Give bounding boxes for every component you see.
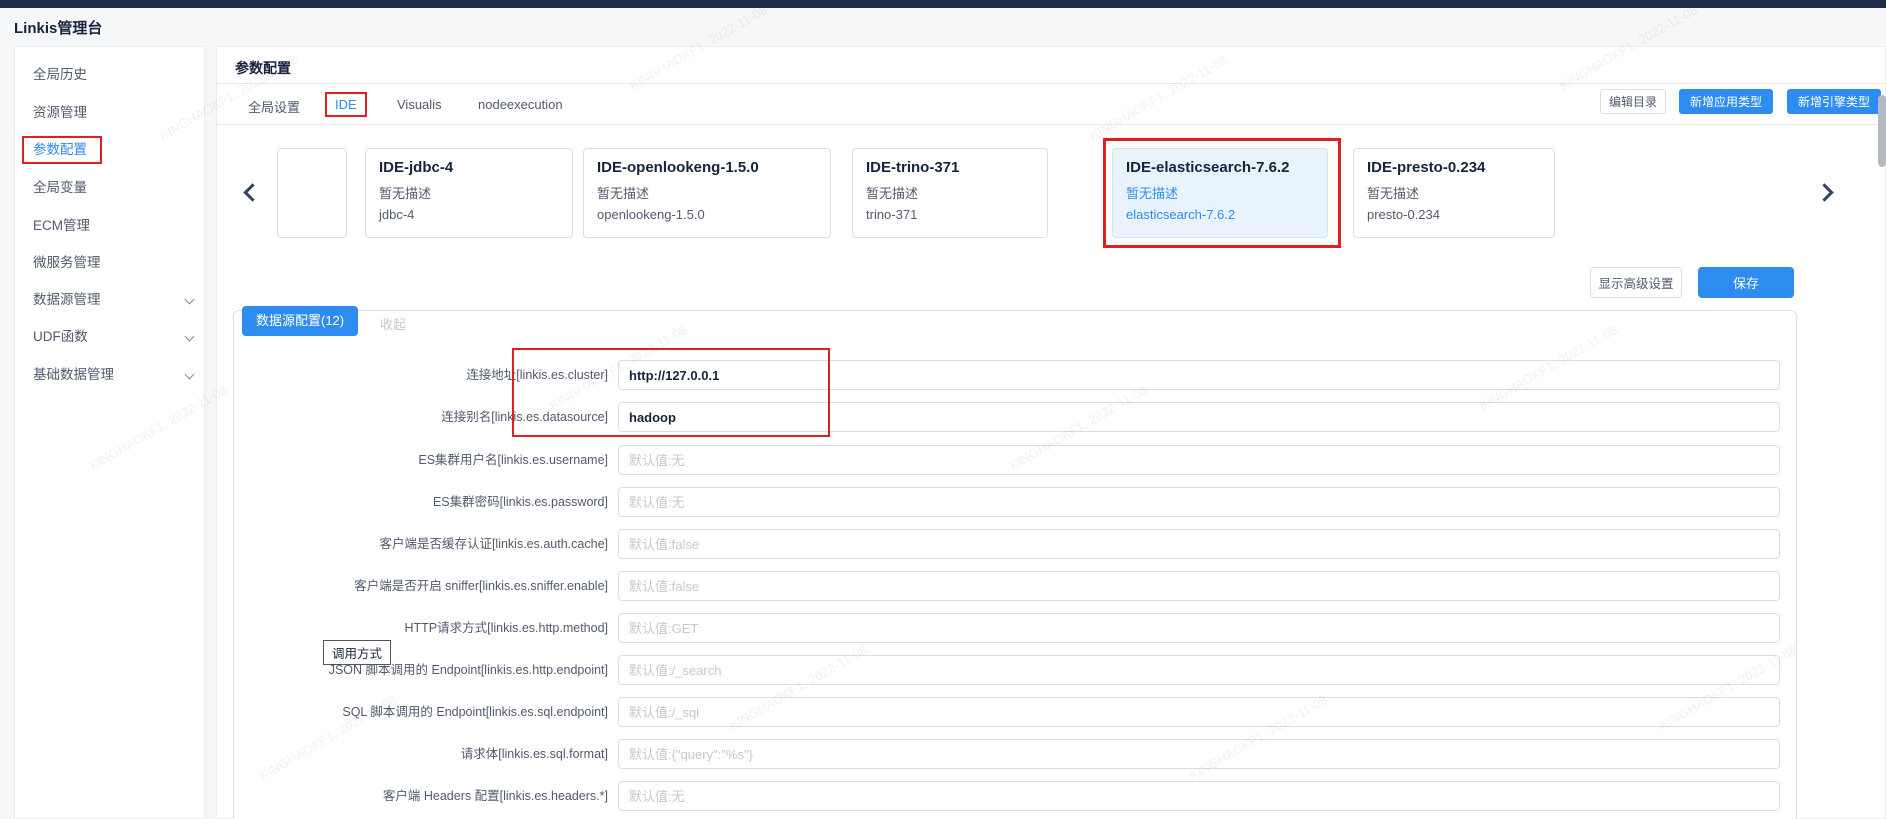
sidebar-item-ecm-management[interactable]: ECM管理 (33, 214, 163, 238)
panel-tab-collapse[interactable]: 收起 (380, 314, 406, 333)
config-input-sql-format[interactable] (618, 739, 1780, 769)
sidebar-item-resource-management[interactable]: 资源管理 (33, 101, 163, 125)
config-input-cluster[interactable] (618, 360, 1780, 390)
engine-card-title: IDE-jdbc-4 (379, 159, 559, 176)
tab-ide[interactable]: IDE (335, 97, 357, 112)
engine-card-elasticsearch[interactable]: IDE-elasticsearch-7.6.2 暂无描述 elasticsear… (1112, 148, 1328, 238)
app-title: Linkis管理台 (14, 17, 102, 38)
engine-card-version: elasticsearch-7.6.2 (1126, 207, 1314, 222)
tab-nodeexecution[interactable]: nodeexecution (478, 97, 563, 112)
engine-card-desc: 暂无描述 (379, 183, 559, 202)
config-label: JSON 脚本调用的 Endpoint[linkis.es.http.endpo… (236, 655, 608, 685)
show-advanced-settings-button[interactable]: 显示高级设置 (1590, 267, 1682, 298)
sidebar-item-datasource-management[interactable]: 数据源管理 (33, 288, 163, 312)
add-engine-type-button[interactable]: 新增引擎类型 (1787, 89, 1881, 114)
config-label: 客户端是否开启 sniffer[linkis.es.sniffer.enable… (236, 571, 608, 601)
save-button[interactable]: 保存 (1698, 267, 1794, 298)
config-label: 客户端是否缓存认证[linkis.es.auth.cache] (236, 529, 608, 559)
linkis-console: Linkis管理台 全局历史 资源管理 参数配置 全局变量 ECM管理 微服务管… (0, 0, 1886, 819)
engine-card-presto[interactable]: IDE-presto-0.234 暂无描述 presto-0.234 (1353, 148, 1555, 238)
top-bar (0, 0, 1886, 8)
config-input-http-method[interactable] (618, 613, 1780, 643)
config-label: 客户端 Headers 配置[linkis.es.headers.*] (236, 781, 608, 811)
engine-card-desc: 暂无描述 (1367, 183, 1541, 202)
config-input-http-endpoint[interactable] (618, 655, 1780, 685)
config-input-auth-cache[interactable] (618, 529, 1780, 559)
call-method-group-label: 调用方式 (323, 640, 391, 665)
config-label: 连接别名[linkis.es.datasource] (236, 402, 608, 432)
vertical-scrollbar[interactable] (1878, 95, 1886, 167)
engine-card-title: IDE-openlookeng-1.5.0 (597, 159, 817, 176)
config-input-username[interactable] (618, 445, 1780, 475)
engine-card-trino[interactable]: IDE-trino-371 暂无描述 trino-371 (852, 148, 1048, 238)
engine-card-openlookeng[interactable]: IDE-openlookeng-1.5.0 暂无描述 openlookeng-1… (583, 148, 831, 238)
config-input-headers[interactable] (618, 781, 1780, 811)
panel-tab-datasource-config[interactable]: 数据源配置(12) (242, 306, 358, 336)
config-label: SQL 脚本调用的 Endpoint[linkis.es.sql.endpoin… (236, 697, 608, 727)
sidebar-item-parameter-config[interactable]: 参数配置 (33, 138, 163, 162)
engine-card-version: presto-0.234 (1367, 207, 1541, 222)
sidebar-item-global-history[interactable]: 全局历史 (33, 63, 163, 87)
engine-card-title: IDE-trino-371 (866, 159, 1034, 176)
engine-card-title: IDE-presto-0.234 (1367, 159, 1541, 176)
edit-catalog-button[interactable]: 编辑目录 (1600, 89, 1666, 114)
tab-visualis[interactable]: Visualis (397, 97, 442, 112)
engine-card-version: openlookeng-1.5.0 (597, 207, 817, 222)
config-input-sql-endpoint[interactable] (618, 697, 1780, 727)
engine-card-title: IDE-elasticsearch-7.6.2 (1126, 159, 1314, 176)
config-input-sniffer-enable[interactable] (618, 571, 1780, 601)
config-label: ES集群用户名[linkis.es.username] (236, 445, 608, 475)
engine-card-desc: 暂无描述 (597, 183, 817, 202)
divider (217, 83, 1885, 84)
config-input-datasource[interactable] (618, 402, 1780, 432)
sidebar-item-microservice-management[interactable]: 微服务管理 (33, 251, 163, 275)
sidebar-item-global-variables[interactable]: 全局变量 (33, 176, 163, 200)
divider (217, 124, 1885, 125)
engine-card-jdbc[interactable]: IDE-jdbc-4 暂无描述 jdbc-4 (365, 148, 573, 238)
engine-card-partial[interactable] (277, 148, 347, 238)
add-app-type-button[interactable]: 新增应用类型 (1679, 89, 1773, 114)
sidebar-item-udf-functions[interactable]: UDF函数 (33, 325, 163, 349)
engine-card-desc: 暂无描述 (866, 183, 1034, 202)
page-title: 参数配置 (235, 58, 291, 78)
engine-card-version: jdbc-4 (379, 207, 559, 222)
config-label: 连接地址[linkis.es.cluster] (236, 360, 608, 390)
engine-card-version: trino-371 (866, 207, 1034, 222)
config-label: HTTP请求方式[linkis.es.http.method] (236, 613, 608, 643)
tab-global-settings[interactable]: 全局设置 (248, 97, 300, 116)
config-label: 请求体[linkis.es.sql.format] (236, 739, 608, 769)
config-label: ES集群密码[linkis.es.password] (236, 487, 608, 517)
config-input-password[interactable] (618, 487, 1780, 517)
engine-card-desc: 暂无描述 (1126, 183, 1314, 202)
sidebar-item-basic-data-management[interactable]: 基础数据管理 (33, 363, 163, 387)
